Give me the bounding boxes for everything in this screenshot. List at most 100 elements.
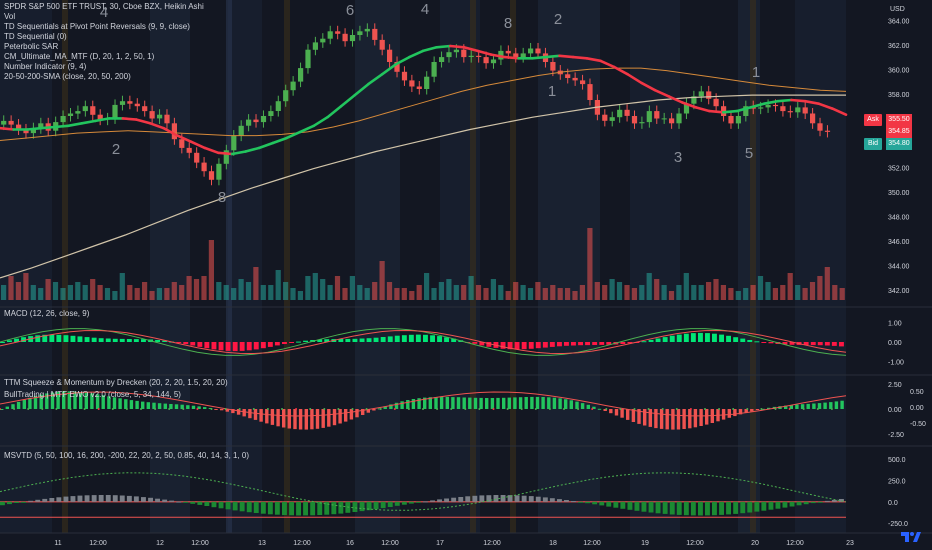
ttm-momentum-bar [191, 405, 196, 409]
msvtd-bar [549, 498, 555, 502]
legend-line[interactable]: 20-50-200-SMA (close, 20, 50, 200) [4, 72, 131, 82]
squeeze-dot [337, 408, 340, 410]
squeeze-dot [393, 408, 396, 410]
ttm-momentum-bar [265, 409, 269, 424]
msvtd-bar [303, 501, 308, 516]
squeeze-dot [83, 408, 86, 410]
price-tick-label: 364.00 [888, 18, 910, 25]
volume-bar [698, 285, 704, 300]
msvtd-bar [232, 501, 238, 511]
volume-bar [765, 282, 771, 300]
ttm-momentum-bar [253, 409, 258, 420]
msvtd-bar [479, 495, 485, 502]
msvtd-bar [204, 501, 210, 506]
msvtd-bar [239, 501, 245, 512]
volume-bar [668, 291, 675, 300]
squeeze-dot [591, 408, 594, 410]
legend-line[interactable]: Vol [4, 12, 15, 22]
volume-bar [149, 291, 155, 300]
volume-bar [90, 279, 96, 300]
squeeze-dot [732, 408, 735, 410]
candle-body [379, 39, 385, 50]
msvtd-bar [472, 495, 478, 502]
squeeze-dot [97, 408, 100, 410]
legend-line[interactable]: TD Sequential (0) [4, 32, 67, 42]
volume-bar [327, 285, 333, 300]
msvtd-bar [535, 496, 541, 502]
msvtd-bar [148, 497, 153, 502]
volume-bar [431, 288, 437, 300]
ttm-momentum-bar [174, 404, 179, 409]
msvtd-bar [42, 498, 48, 502]
msvtd-bar [35, 499, 41, 502]
candle-body [134, 103, 140, 107]
msvtd-bar [408, 501, 414, 504]
macd-histogram-bar [472, 342, 478, 344]
volume-bar [683, 273, 689, 300]
volume-bar [409, 291, 415, 300]
ma-segment [435, 44, 452, 49]
time-tick-label: 16 [346, 540, 354, 547]
volume-bar [127, 285, 133, 300]
legend-line[interactable]: Number Indicator (9, 4) [4, 62, 86, 72]
candle-body [446, 52, 452, 58]
legend-line[interactable]: CM_Ultimate_MA_MTF (D, 20, 1, 2, 50, 1) [4, 52, 154, 62]
sma200-line [0, 94, 846, 279]
msvtd-bar [21, 501, 26, 503]
tradingview-logo-icon [901, 532, 921, 542]
legend-line[interactable]: TD Sequentials at Pivot Point Reversals … [4, 22, 190, 32]
ma-segment [189, 140, 206, 150]
squeeze-dot [379, 408, 382, 410]
ttm-momentum-bar [626, 409, 630, 420]
squeeze-dot [760, 408, 763, 410]
volume-bar [216, 282, 222, 300]
ttm-momentum-bar [146, 402, 150, 409]
volume-bar [275, 270, 281, 300]
td-count-label: 1 [548, 83, 556, 100]
ttm-momentum-bar [304, 409, 308, 430]
msvtd-bar [578, 501, 583, 503]
candle-body [817, 123, 823, 131]
msvtd-tick-label: 0.0 [888, 500, 898, 507]
ttm-momentum-bar [682, 409, 686, 429]
msvtd-bar [282, 501, 287, 516]
msvtd-bar [613, 501, 619, 508]
candle-body [157, 114, 163, 119]
volume-bar [253, 267, 259, 300]
candle-body [90, 106, 96, 115]
price-tick-label: 346.00 [888, 239, 910, 246]
candle-body [357, 31, 363, 35]
ttm-momentum-bar [620, 409, 624, 418]
squeeze-dot [407, 408, 410, 410]
time-tick-label: 12:00 [686, 540, 704, 547]
ma-segment [448, 44, 466, 49]
macd-histogram-bar [726, 335, 731, 342]
msvtd-bar [698, 501, 703, 516]
ttm-momentum-bar [541, 397, 545, 409]
macd-histogram-bar [246, 342, 252, 351]
volume-bar [453, 285, 459, 300]
price-tick-label: 360.00 [888, 67, 910, 74]
chart-canvas[interactable]: 42864821351 364.00362.00360.00358.00356.… [0, 0, 932, 550]
msvtd-bar [331, 501, 337, 515]
squeeze-dot [619, 408, 622, 410]
volume-bar [8, 276, 14, 300]
squeeze-dot [563, 408, 565, 410]
symbol-title[interactable]: SPDR S&P 500 ETF TRUST, 30, Cboe BZX, He… [4, 2, 204, 12]
msvtd-bar [14, 501, 19, 503]
ttm-momentum-bar [659, 409, 664, 429]
ttm-momentum-bar [676, 409, 681, 430]
price-tick-label: 362.00 [888, 43, 910, 50]
volume-bar [824, 267, 830, 300]
legend-line[interactable]: Peterbolic SAR [4, 42, 58, 52]
macd-histogram-bar [676, 334, 682, 342]
volume-bar [461, 285, 467, 300]
volume-bar [312, 273, 318, 300]
squeeze-dot [746, 408, 749, 410]
macd-histogram-bar [521, 342, 527, 350]
currency-label: USD [890, 6, 905, 13]
volume-bar [386, 282, 393, 300]
candle-body [505, 50, 511, 54]
squeeze-dot [577, 408, 580, 410]
candle-body [520, 53, 526, 58]
